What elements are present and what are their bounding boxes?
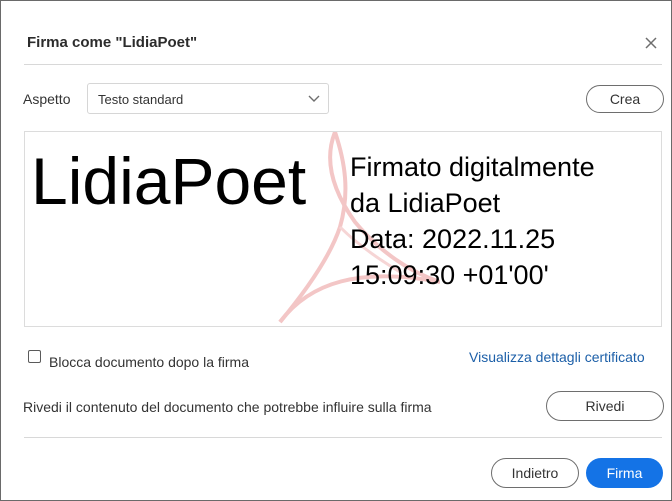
close-icon[interactable] bbox=[639, 31, 663, 55]
appearance-label: Aspetto bbox=[23, 91, 71, 107]
signature-detail-line: 15:09:30 +01'00' bbox=[350, 260, 549, 290]
dialog-title: Firma come "LidiaPoet" bbox=[27, 34, 198, 51]
create-button[interactable]: Crea bbox=[586, 85, 664, 113]
signature-detail-line: da LidiaPoet bbox=[350, 188, 501, 218]
review-description: Rivedi il contenuto del documento che po… bbox=[23, 399, 432, 415]
chevron-down-icon bbox=[308, 95, 320, 102]
back-button[interactable]: Indietro bbox=[491, 458, 579, 488]
view-certificate-link[interactable]: Visualizza dettagli certificato bbox=[469, 349, 645, 365]
sign-button[interactable]: Firma bbox=[586, 458, 663, 488]
signature-details: Firmato digitalmente da LidiaPoet Data: … bbox=[350, 149, 660, 293]
lock-document-label[interactable]: Blocca documento dopo la firma bbox=[49, 354, 249, 370]
signature-detail-line: Firmato digitalmente bbox=[350, 152, 595, 182]
lock-document-checkbox[interactable] bbox=[28, 350, 41, 363]
appearance-selected-value: Testo standard bbox=[98, 92, 184, 107]
divider bbox=[24, 64, 662, 65]
divider bbox=[24, 437, 662, 438]
review-button[interactable]: Rivedi bbox=[546, 391, 664, 421]
appearance-select[interactable]: Testo standard bbox=[87, 83, 329, 114]
signature-name: LidiaPoet bbox=[31, 144, 307, 218]
signature-dialog: Firma come "LidiaPoet" Aspetto Testo sta… bbox=[0, 0, 672, 501]
signature-detail-line: Data: 2022.11.25 bbox=[350, 224, 556, 254]
signature-preview: LidiaPoet Firmato digitalmente da LidiaP… bbox=[24, 131, 662, 327]
